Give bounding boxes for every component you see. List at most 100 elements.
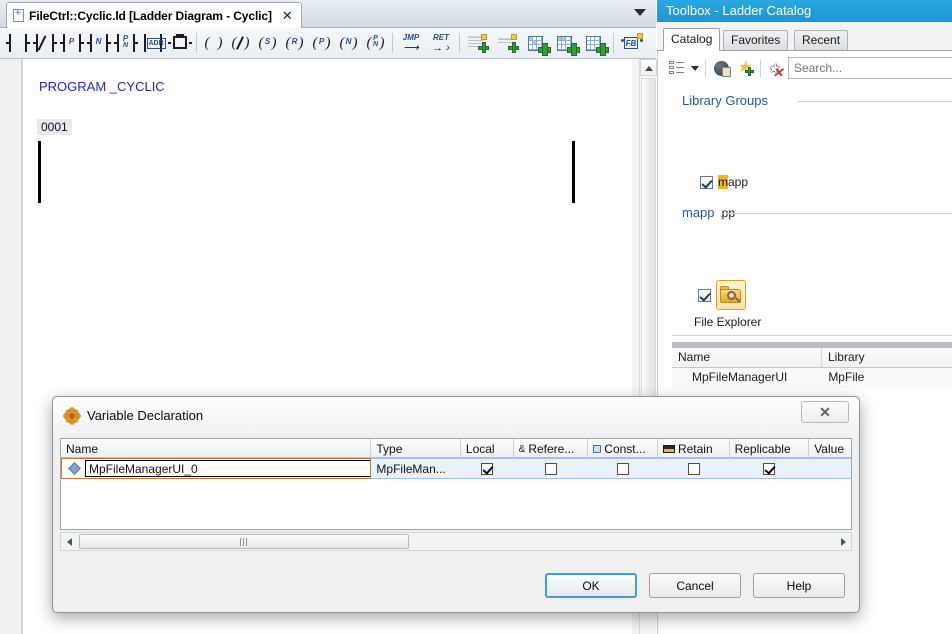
table-row[interactable]: MpFileMan... bbox=[61, 458, 851, 479]
return-icon: RET → › bbox=[432, 33, 450, 54]
close-icon[interactable]: ✕ bbox=[282, 9, 293, 22]
replicable-checkbox[interactable] bbox=[763, 462, 776, 475]
cancel-button[interactable]: Cancel bbox=[649, 573, 741, 598]
scroll-thumb[interactable] bbox=[79, 534, 409, 549]
coil-pn-button[interactable]: (P N) bbox=[362, 30, 389, 57]
contact-negative-button[interactable]: N bbox=[85, 30, 112, 57]
contact-pn-icon: PN bbox=[113, 34, 138, 52]
contact-no-button[interactable] bbox=[4, 30, 31, 57]
cell-constant[interactable] bbox=[588, 458, 658, 479]
coil-positive-button[interactable]: (P) bbox=[308, 30, 335, 57]
library-group-mapp[interactable]: mapp bbox=[700, 175, 748, 189]
catalog-item-file-explorer[interactable] bbox=[698, 280, 746, 310]
contact-pn-button[interactable]: PN bbox=[112, 30, 139, 57]
cell-type[interactable]: MpFileMan... bbox=[371, 458, 461, 479]
scroll-right-button[interactable] bbox=[835, 533, 851, 550]
insert-network-below-button[interactable] bbox=[552, 30, 581, 57]
close-button[interactable]: ✕ bbox=[801, 401, 849, 423]
insert-network-above-button[interactable] bbox=[523, 30, 552, 57]
tab-favorites[interactable]: Favorites bbox=[723, 30, 789, 51]
coil-negated-icon: () bbox=[231, 35, 250, 51]
coil-negative-icon: (N) bbox=[339, 35, 358, 51]
view-dropdown-button[interactable] bbox=[688, 57, 702, 79]
insert-network-below-icon bbox=[556, 34, 580, 56]
reference-checkbox[interactable] bbox=[545, 462, 558, 475]
program-declaration-label: PROGRAM _CYCLIC bbox=[39, 79, 165, 94]
list-view-button[interactable] bbox=[664, 57, 688, 79]
grid-column-name[interactable]: Name bbox=[672, 348, 822, 368]
coil-reset-button[interactable]: (R) bbox=[281, 30, 308, 57]
variable-name-input[interactable] bbox=[85, 460, 372, 477]
app-window: FileCtrl::Cyclic.ld [Ladder Diagram - Cy… bbox=[0, 0, 952, 634]
editor-tab-strip: FileCtrl::Cyclic.ld [Ladder Diagram - Cy… bbox=[0, 0, 656, 28]
coil-set-icon: (S) bbox=[258, 35, 277, 51]
clear-filter-button[interactable]: ✩ ✕ bbox=[764, 57, 788, 79]
toolbar-separator bbox=[760, 59, 761, 77]
insert-comment-line-icon bbox=[498, 33, 519, 53]
ok-button[interactable]: OK bbox=[545, 573, 637, 598]
toolbar-separator bbox=[705, 59, 706, 77]
coil-negative-button[interactable]: (N) bbox=[335, 30, 362, 57]
cell-reference[interactable] bbox=[514, 458, 589, 479]
column-retain[interactable]: Retain bbox=[658, 439, 730, 458]
file-explorer-icon-button[interactable] bbox=[716, 280, 746, 310]
tab-recent[interactable]: Recent bbox=[794, 30, 849, 51]
cell-library: MpFile bbox=[828, 370, 865, 384]
column-constant[interactable]: Const... bbox=[588, 439, 658, 458]
cell-local[interactable] bbox=[461, 458, 514, 479]
section-mapp-title: mapp bbox=[682, 205, 721, 220]
cell-value[interactable] bbox=[809, 458, 851, 479]
coil-reset-icon: (R) bbox=[285, 35, 304, 51]
coil-set-button[interactable]: (S) bbox=[254, 30, 281, 57]
catalog-item-checkbox[interactable] bbox=[698, 288, 711, 302]
toolbar-separator bbox=[392, 33, 393, 53]
column-local[interactable]: Local bbox=[461, 439, 514, 458]
help-button[interactable]: Help bbox=[753, 573, 845, 598]
tab-catalog[interactable]: Catalog bbox=[663, 28, 721, 51]
library-group-checkbox[interactable] bbox=[700, 175, 713, 189]
column-replicable[interactable]: Replicable bbox=[730, 439, 810, 458]
globe-library-icon bbox=[713, 60, 731, 77]
variable-declaration-dialog: Variable Declaration ✕ Name Type Local &… bbox=[52, 396, 860, 613]
scroll-up-icon[interactable] bbox=[640, 59, 657, 76]
constant-checkbox[interactable] bbox=[617, 462, 630, 475]
search-input[interactable] bbox=[788, 57, 952, 79]
insert-comment-row-button[interactable] bbox=[463, 30, 493, 57]
folder-search-icon bbox=[720, 286, 742, 304]
add-favorite-button[interactable]: ★ bbox=[733, 57, 757, 79]
editor-tab-ladder[interactable]: FileCtrl::Cyclic.ld [Ladder Diagram - Cy… bbox=[6, 2, 302, 28]
cell-name[interactable] bbox=[61, 458, 372, 479]
contact-block-button[interactable] bbox=[166, 30, 193, 57]
cell-retain[interactable] bbox=[658, 458, 730, 479]
rung-number-label[interactable]: 0001 bbox=[37, 119, 72, 135]
contact-address-button[interactable]: ADR bbox=[139, 30, 166, 57]
column-name[interactable]: Name bbox=[61, 439, 372, 458]
grid-column-library[interactable]: Library bbox=[822, 348, 952, 368]
scroll-left-button[interactable] bbox=[61, 533, 77, 550]
caret-down-icon bbox=[691, 65, 699, 71]
search-match-highlight: m bbox=[718, 175, 728, 189]
retain-checkbox[interactable] bbox=[687, 462, 700, 475]
column-reference[interactable]: & Refere... bbox=[514, 439, 589, 458]
column-value[interactable]: Value bbox=[809, 439, 851, 458]
coil-negated-button[interactable]: () bbox=[227, 30, 254, 57]
cell-replicable[interactable] bbox=[730, 458, 810, 479]
local-checkbox[interactable] bbox=[481, 462, 494, 475]
ladder-toolbar: P N PN ADR () () (S) (R) (P) (N… bbox=[0, 28, 656, 59]
insert-comment-line-button[interactable] bbox=[493, 30, 523, 57]
contact-positive-button[interactable]: P bbox=[58, 30, 85, 57]
contact-nc-button[interactable] bbox=[31, 30, 58, 57]
toolbox-tabs: Catalog Favorites Recent bbox=[657, 27, 952, 51]
jump-icon: JMP ⟶ bbox=[402, 33, 420, 54]
column-type[interactable]: Type bbox=[371, 439, 461, 458]
dialog-titlebar[interactable]: Variable Declaration ✕ bbox=[53, 397, 859, 435]
chevron-down-icon[interactable] bbox=[634, 9, 646, 16]
insert-network-button[interactable] bbox=[581, 30, 610, 57]
coil-button[interactable]: () bbox=[200, 30, 227, 57]
dialog-horizontal-scrollbar[interactable] bbox=[60, 532, 852, 551]
return-button[interactable]: RET → › bbox=[426, 30, 456, 57]
jump-button[interactable]: JMP ⟶ bbox=[396, 30, 426, 57]
library-button[interactable] bbox=[709, 57, 733, 79]
table-row[interactable]: MpFileManagerUI MpFile bbox=[672, 368, 952, 388]
insert-function-block-button[interactable]: FB bbox=[617, 30, 647, 57]
